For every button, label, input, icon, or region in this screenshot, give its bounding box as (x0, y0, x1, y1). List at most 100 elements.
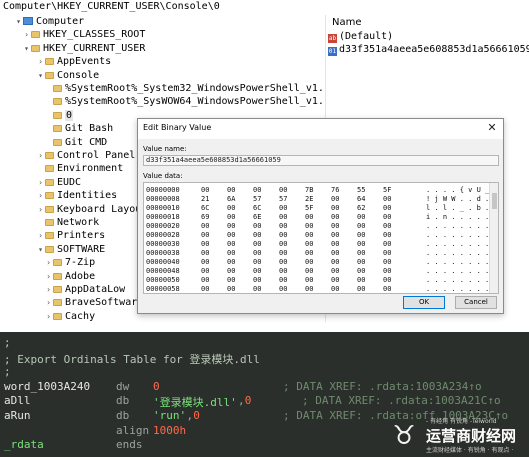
chevron-right-icon[interactable]: › (36, 205, 45, 214)
hex-byte[interactable]: 00 (279, 222, 287, 231)
hex-byte[interactable]: 00 (357, 222, 365, 231)
hex-byte[interactable]: 00 (201, 258, 209, 267)
hex-byte[interactable]: 00 (305, 249, 313, 258)
hex-byte[interactable]: 00 (331, 222, 339, 231)
hex-byte[interactable]: 00 (305, 258, 313, 267)
chevron-right-icon[interactable]: › (44, 312, 53, 321)
hex-byte[interactable]: 00 (331, 285, 339, 293)
hex-byte[interactable]: 2E (305, 195, 313, 204)
hex-byte[interactable]: 00 (383, 285, 391, 293)
hex-byte[interactable]: 00 (279, 249, 287, 258)
hex-byte[interactable]: 00 (253, 285, 261, 293)
hex-byte[interactable]: 00 (357, 276, 365, 285)
values-column-header-name[interactable]: Name (328, 16, 529, 30)
hex-byte[interactable]: 00 (227, 213, 235, 222)
hex-byte[interactable]: 00 (253, 222, 261, 231)
hex-byte[interactable]: 00 (383, 276, 391, 285)
chevron-right-icon[interactable]: › (22, 30, 31, 39)
hex-byte[interactable]: 00 (279, 285, 287, 293)
asm-label[interactable]: word_1003A240 (4, 380, 90, 393)
hex-byte[interactable]: 57 (253, 195, 261, 204)
value-name-field[interactable]: d33f351a4aeea5e608853d1a56661059 (143, 155, 499, 166)
hex-byte[interactable]: 00 (305, 213, 313, 222)
hex-byte[interactable]: 64 (357, 195, 365, 204)
hex-byte[interactable]: 57 (279, 195, 287, 204)
hex-byte[interactable]: 00 (383, 222, 391, 231)
hex-byte[interactable]: 00 (201, 285, 209, 293)
hex-byte[interactable]: 00 (253, 276, 261, 285)
tree-item[interactable]: › EUDC (36, 177, 81, 190)
hex-byte[interactable]: 00 (357, 249, 365, 258)
tree-item[interactable]: › Control Panel (36, 150, 135, 163)
hex-byte[interactable]: 00 (305, 267, 313, 276)
close-icon[interactable]: ✕ (485, 121, 499, 135)
scrollbar-thumb[interactable] (492, 193, 497, 209)
hex-byte[interactable]: 00 (279, 267, 287, 276)
tree-item[interactable]: %SystemRoot%_System32_WindowsPowerShell_… (44, 83, 322, 96)
hex-byte[interactable]: 00 (201, 240, 209, 249)
chevron-right-icon[interactable]: › (44, 272, 53, 281)
hex-byte[interactable]: 00 (383, 195, 391, 204)
hex-byte[interactable]: 00 (331, 267, 339, 276)
hex-byte[interactable]: 00 (305, 240, 313, 249)
asm-xref-comment[interactable]: ; DATA XREF: .rdata:1003A234↑o (283, 380, 482, 393)
chevron-down-icon[interactable]: ▾ (36, 245, 45, 254)
tree-item[interactable]: ▾ Console (36, 70, 99, 83)
value-row[interactable]: ab (Default) (328, 30, 529, 43)
tree-item[interactable]: › Printers (36, 230, 105, 243)
asm-code-line[interactable]: word_1003A240 dw 0 ; DATA XREF: .rdata:1003… (0, 380, 529, 395)
hex-byte[interactable]: 00 (357, 213, 365, 222)
tree-item[interactable]: › AppEvents (36, 56, 111, 69)
hex-byte[interactable]: 00 (279, 231, 287, 240)
hex-byte[interactable]: 00 (331, 240, 339, 249)
hex-byte[interactable]: 00 (227, 240, 235, 249)
hex-byte[interactable]: 00 (279, 186, 287, 195)
hex-byte[interactable]: 00 (253, 249, 261, 258)
hex-byte[interactable]: 00 (227, 204, 235, 213)
hex-byte[interactable]: 00 (227, 267, 235, 276)
hex-byte[interactable]: 00 (201, 231, 209, 240)
hex-byte[interactable]: 00 (331, 258, 339, 267)
tree-item[interactable]: › Identities (36, 190, 117, 203)
hex-byte[interactable]: 00 (305, 222, 313, 231)
hex-byte[interactable]: 6C (201, 204, 209, 213)
hex-byte[interactable]: 6E (253, 213, 261, 222)
tree-item[interactable]: Git CMD (44, 137, 107, 150)
tree-item[interactable]: › Cachy (44, 311, 95, 322)
tree-item[interactable]: › 7-Zip (44, 257, 95, 270)
hex-byte[interactable]: 00 (253, 186, 261, 195)
asm-label[interactable]: aRun (4, 409, 31, 422)
hex-byte[interactable]: 00 (201, 267, 209, 276)
hex-byte[interactable]: 00 (253, 267, 261, 276)
hex-byte[interactable]: 00 (305, 285, 313, 293)
chevron-down-icon[interactable]: ▾ (36, 71, 45, 80)
hex-byte[interactable]: 00 (227, 249, 235, 258)
hex-byte[interactable]: 00 (305, 276, 313, 285)
hex-byte[interactable]: 00 (279, 240, 287, 249)
hex-byte[interactable]: 00 (383, 249, 391, 258)
hex-byte[interactable]: 00 (201, 222, 209, 231)
hex-byte[interactable]: 00 (253, 240, 261, 249)
hex-byte[interactable]: 55 (357, 186, 365, 195)
hex-byte[interactable]: 69 (201, 213, 209, 222)
chevron-right-icon[interactable]: › (36, 151, 45, 160)
hex-byte[interactable]: 00 (383, 204, 391, 213)
hex-byte[interactable]: 6C (253, 204, 261, 213)
hex-byte[interactable]: 76 (331, 186, 339, 195)
hex-byte[interactable]: 00 (331, 195, 339, 204)
tree-item[interactable]: ▾ SOFTWARE (36, 244, 105, 257)
cancel-button[interactable]: Cancel (455, 296, 497, 309)
hex-byte[interactable]: 00 (201, 186, 209, 195)
hex-byte[interactable]: 00 (383, 258, 391, 267)
tree-item[interactable]: › AppDataLow (44, 284, 125, 297)
chevron-right-icon[interactable]: › (36, 57, 45, 66)
address-bar[interactable]: Computer\HKEY_CURRENT_USER\Console\0 (3, 0, 526, 14)
asm-label[interactable]: _rdata (4, 438, 44, 451)
hex-byte[interactable]: 00 (227, 285, 235, 293)
chevron-down-icon[interactable]: ▾ (14, 17, 23, 26)
tree-item[interactable]: ▾ Computer (14, 16, 84, 29)
hex-byte[interactable]: 00 (331, 276, 339, 285)
tree-item[interactable]: Environment (36, 163, 123, 176)
hex-byte[interactable]: 00 (331, 213, 339, 222)
hex-byte[interactable]: 00 (227, 276, 235, 285)
